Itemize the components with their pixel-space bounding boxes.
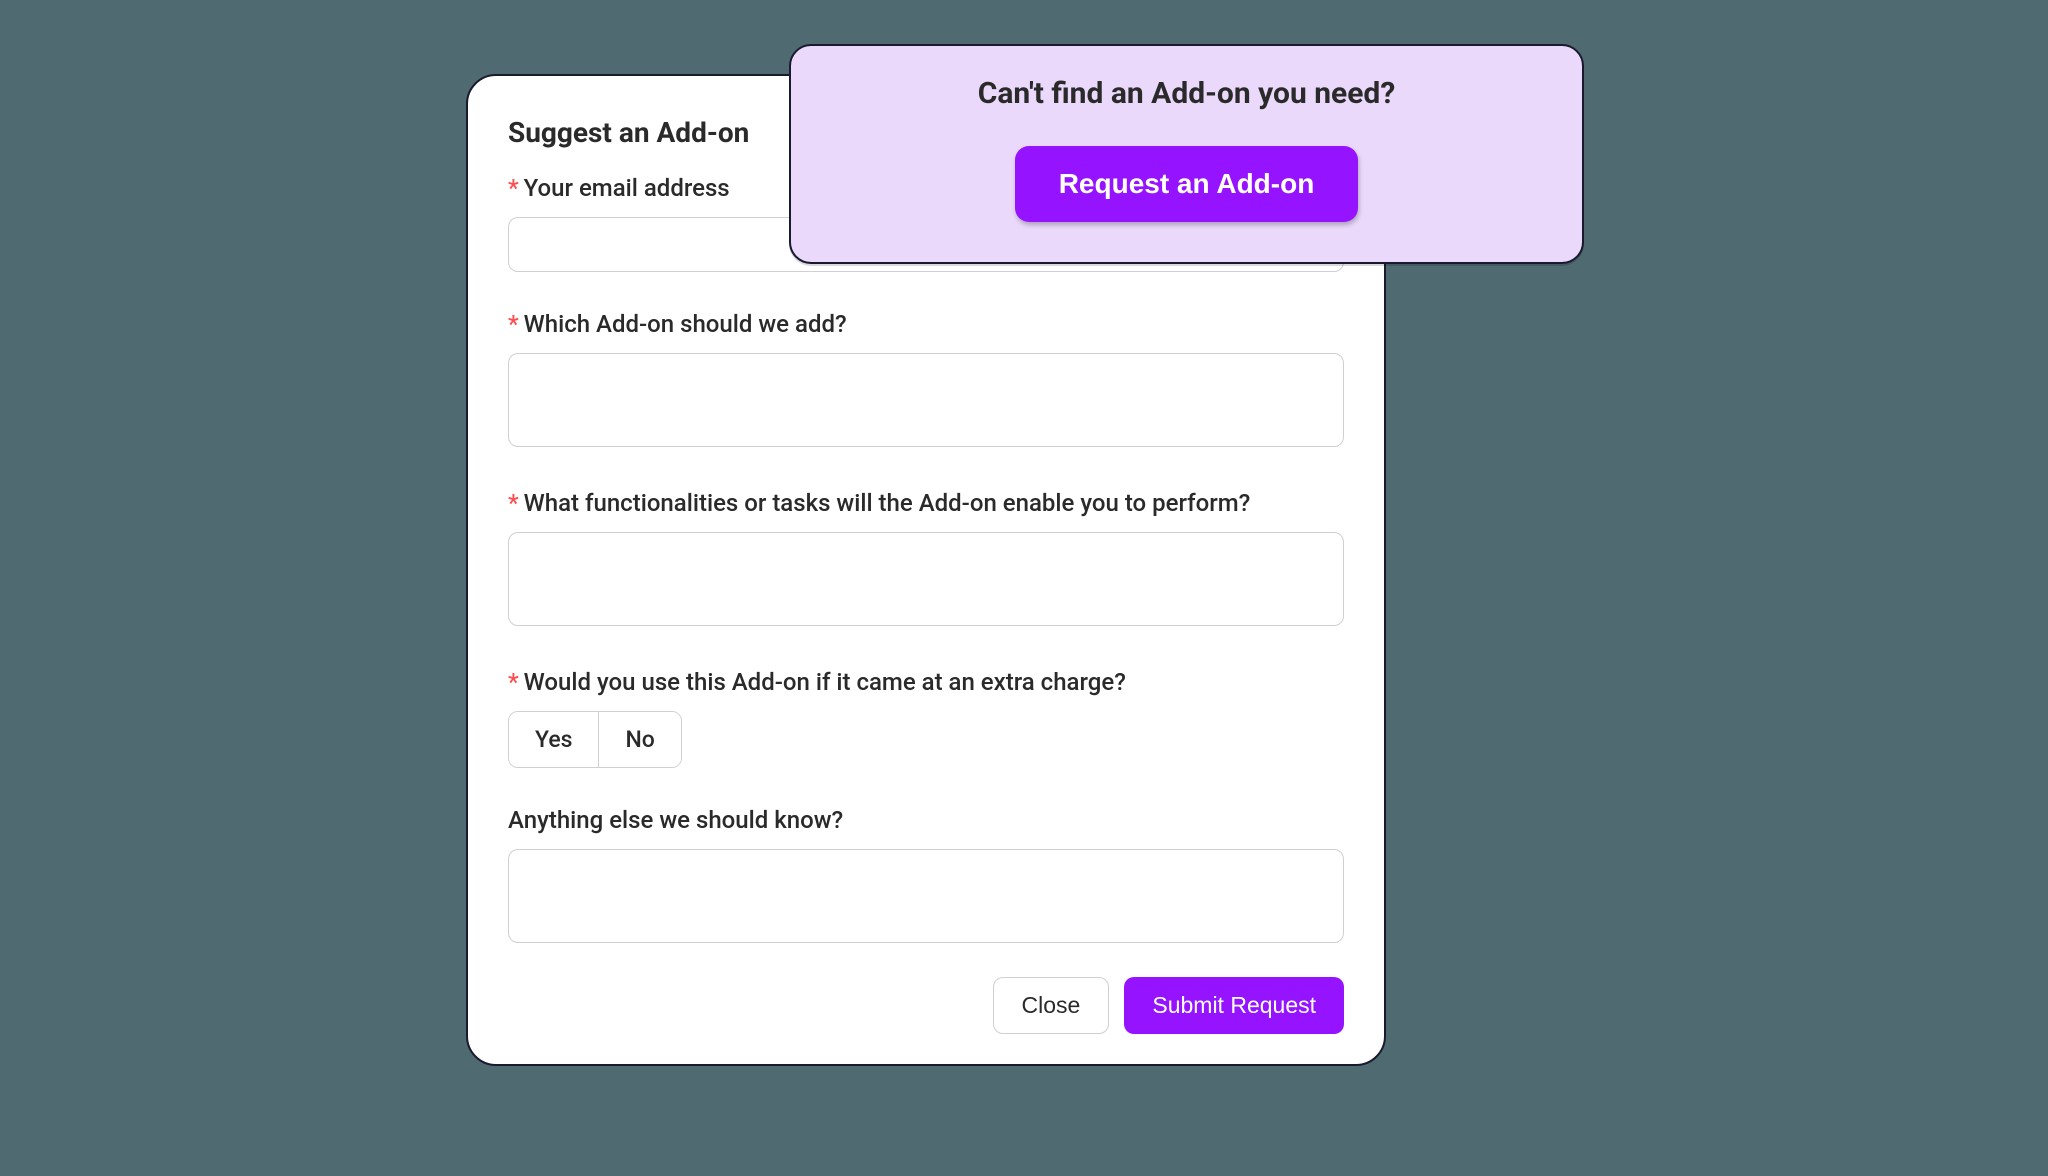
extra-charge-label-text: Would you use this Add-on if it came at … xyxy=(524,668,1126,696)
addon-label: *Which Add-on should we add? xyxy=(508,310,1344,338)
functionalities-textarea[interactable] xyxy=(508,532,1344,626)
extra-charge-label: *Would you use this Add-on if it came at… xyxy=(508,668,1344,696)
anything-else-label: Anything else we should know? xyxy=(508,806,1344,834)
functionalities-field-group: *What functionalities or tasks will the … xyxy=(508,489,1344,630)
request-addon-button[interactable]: Request an Add-on xyxy=(1015,146,1359,222)
anything-else-field-group: Anything else we should know? xyxy=(508,806,1344,947)
radio-option-yes[interactable]: Yes xyxy=(509,712,599,767)
close-button[interactable]: Close xyxy=(993,977,1110,1034)
submit-button[interactable]: Submit Request xyxy=(1124,977,1344,1034)
functionalities-label: *What functionalities or tasks will the … xyxy=(508,489,1344,517)
extra-charge-field-group: *Would you use this Add-on if it came at… xyxy=(508,668,1344,768)
addon-label-text: Which Add-on should we add? xyxy=(524,310,847,338)
required-mark: * xyxy=(508,310,519,338)
required-mark: * xyxy=(508,174,519,202)
required-mark: * xyxy=(508,489,519,517)
email-label-text: Your email address xyxy=(524,174,730,202)
request-addon-popup: Can't find an Add-on you need? Request a… xyxy=(789,44,1584,264)
anything-else-textarea[interactable] xyxy=(508,849,1344,943)
popup-title: Can't find an Add-on you need? xyxy=(831,76,1542,111)
functionalities-label-text: What functionalities or tasks will the A… xyxy=(524,489,1251,517)
required-mark: * xyxy=(508,668,519,696)
radio-option-no[interactable]: No xyxy=(599,712,680,767)
modal-button-row: Close Submit Request xyxy=(508,977,1344,1034)
addon-textarea[interactable] xyxy=(508,353,1344,447)
addon-field-group: *Which Add-on should we add? xyxy=(508,310,1344,451)
extra-charge-radio-group: Yes No xyxy=(508,711,682,768)
